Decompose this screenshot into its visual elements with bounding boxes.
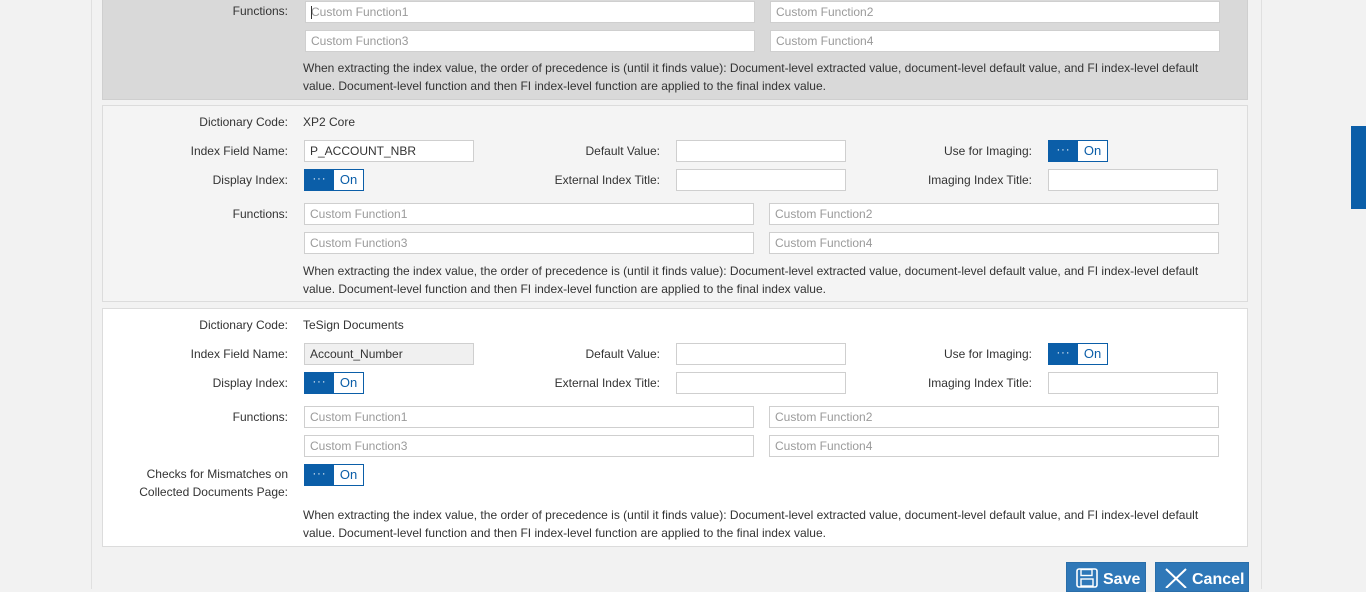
external-index-title-input[interactable] <box>676 372 846 394</box>
functions-label: Functions: <box>232 410 288 424</box>
custom-function2-input[interactable]: Custom Function2 <box>769 203 1219 225</box>
dictionary-code-value: XP2 Core <box>303 115 356 129</box>
custom-function2-input[interactable]: Custom Function2 <box>770 1 1220 23</box>
toggle-state: On <box>1083 346 1102 361</box>
checks-mismatches-label-line1: Checks for Mismatches on <box>146 467 288 481</box>
page-left-border <box>91 0 92 589</box>
default-value-input[interactable] <box>676 140 846 162</box>
dictionary-code-label: Dictionary Code: <box>199 318 288 332</box>
toggle-state: On <box>339 467 358 482</box>
default-value-label: Default Value: <box>585 347 661 361</box>
custom-function4-input[interactable]: Custom Function4 <box>769 435 1219 457</box>
external-index-title-input[interactable] <box>676 169 846 191</box>
page-right-border <box>1261 0 1262 589</box>
custom-function1-input[interactable]: Custom Function1 <box>305 1 755 23</box>
toggle-knob: ··· <box>305 465 334 485</box>
use-for-imaging-label: Use for Imaging: <box>943 347 1032 361</box>
toggle-knob: ··· <box>305 373 334 393</box>
toggle-knob: ··· <box>1049 141 1078 161</box>
custom-function4-input[interactable]: Custom Function4 <box>770 30 1220 52</box>
external-index-title-label: External Index Title: <box>554 173 660 187</box>
imaging-index-title-label: Imaging Index Title: <box>927 173 1032 187</box>
precedence-note: When extracting the index value, the ord… <box>303 508 1199 540</box>
custom-function4-input[interactable]: Custom Function4 <box>769 232 1219 254</box>
checks-mismatches-toggle[interactable]: ··· On <box>304 464 364 486</box>
use-for-imaging-label: Use for Imaging: <box>943 144 1032 158</box>
default-value-label: Default Value: <box>585 144 661 158</box>
index-field-name-label: Index Field Name: <box>190 347 288 361</box>
custom-function1-input[interactable]: Custom Function1 <box>304 203 754 225</box>
display-index-label: Display Index: <box>212 173 288 187</box>
display-index-label: Display Index: <box>212 376 288 390</box>
use-for-imaging-toggle[interactable]: ··· On <box>1048 343 1108 365</box>
functions-label: Functions: <box>232 4 288 18</box>
custom-function2-input[interactable]: Custom Function2 <box>769 406 1219 428</box>
custom-function3-input[interactable]: Custom Function3 <box>304 232 754 254</box>
index-field-name-input[interactable]: Account_Number <box>304 343 474 365</box>
imaging-index-title-input[interactable] <box>1048 169 1218 191</box>
dictionary-code-label: Dictionary Code: <box>199 115 288 129</box>
functions-label: Functions: <box>232 207 288 221</box>
toggle-knob: ··· <box>305 170 334 190</box>
toggle-state: On <box>1083 143 1102 158</box>
custom-function1-input[interactable]: Custom Function1 <box>304 406 754 428</box>
imaging-index-title-input[interactable] <box>1048 372 1218 394</box>
display-index-toggle[interactable]: ··· On <box>304 372 364 394</box>
dictionary-code-value: TeSign Documents <box>303 318 404 332</box>
close-icon <box>1165 568 1187 591</box>
toggle-knob: ··· <box>1049 344 1078 364</box>
text-cursor <box>311 6 312 19</box>
toggle-state: On <box>339 172 358 187</box>
external-index-title-label: External Index Title: <box>554 376 660 390</box>
cancel-button[interactable]: Cancel <box>1155 562 1249 592</box>
save-button[interactable]: Save <box>1066 562 1146 592</box>
custom-function3-input[interactable]: Custom Function3 <box>305 30 755 52</box>
precedence-note: When extracting the index value, the ord… <box>303 264 1199 296</box>
imaging-index-title-label: Imaging Index Title: <box>927 376 1032 390</box>
index-field-name-label: Index Field Name: <box>190 144 288 158</box>
precedence-note: When extracting the index value, the ord… <box>303 61 1199 93</box>
save-label: Save <box>1103 571 1141 588</box>
side-panel-tab[interactable] <box>1351 126 1366 209</box>
default-value-input[interactable] <box>676 343 846 365</box>
index-field-section-2: Dictionary Code: XP2 Core Index Field Na… <box>102 105 1248 302</box>
display-index-toggle[interactable]: ··· On <box>304 169 364 191</box>
index-field-section-1: Functions: Custom Function1 Custom Funct… <box>102 0 1248 100</box>
index-field-name-input[interactable]: P_ACCOUNT_NBR <box>304 140 474 162</box>
toggle-state: On <box>339 375 358 390</box>
checks-mismatches-label-line2: Collected Documents Page: <box>139 485 288 499</box>
floppy-disk-icon <box>1076 568 1098 591</box>
index-field-section-3: Dictionary Code: TeSign Documents Index … <box>102 308 1248 547</box>
use-for-imaging-toggle[interactable]: ··· On <box>1048 140 1108 162</box>
custom-function3-input[interactable]: Custom Function3 <box>304 435 754 457</box>
cancel-label: Cancel <box>1192 571 1245 588</box>
